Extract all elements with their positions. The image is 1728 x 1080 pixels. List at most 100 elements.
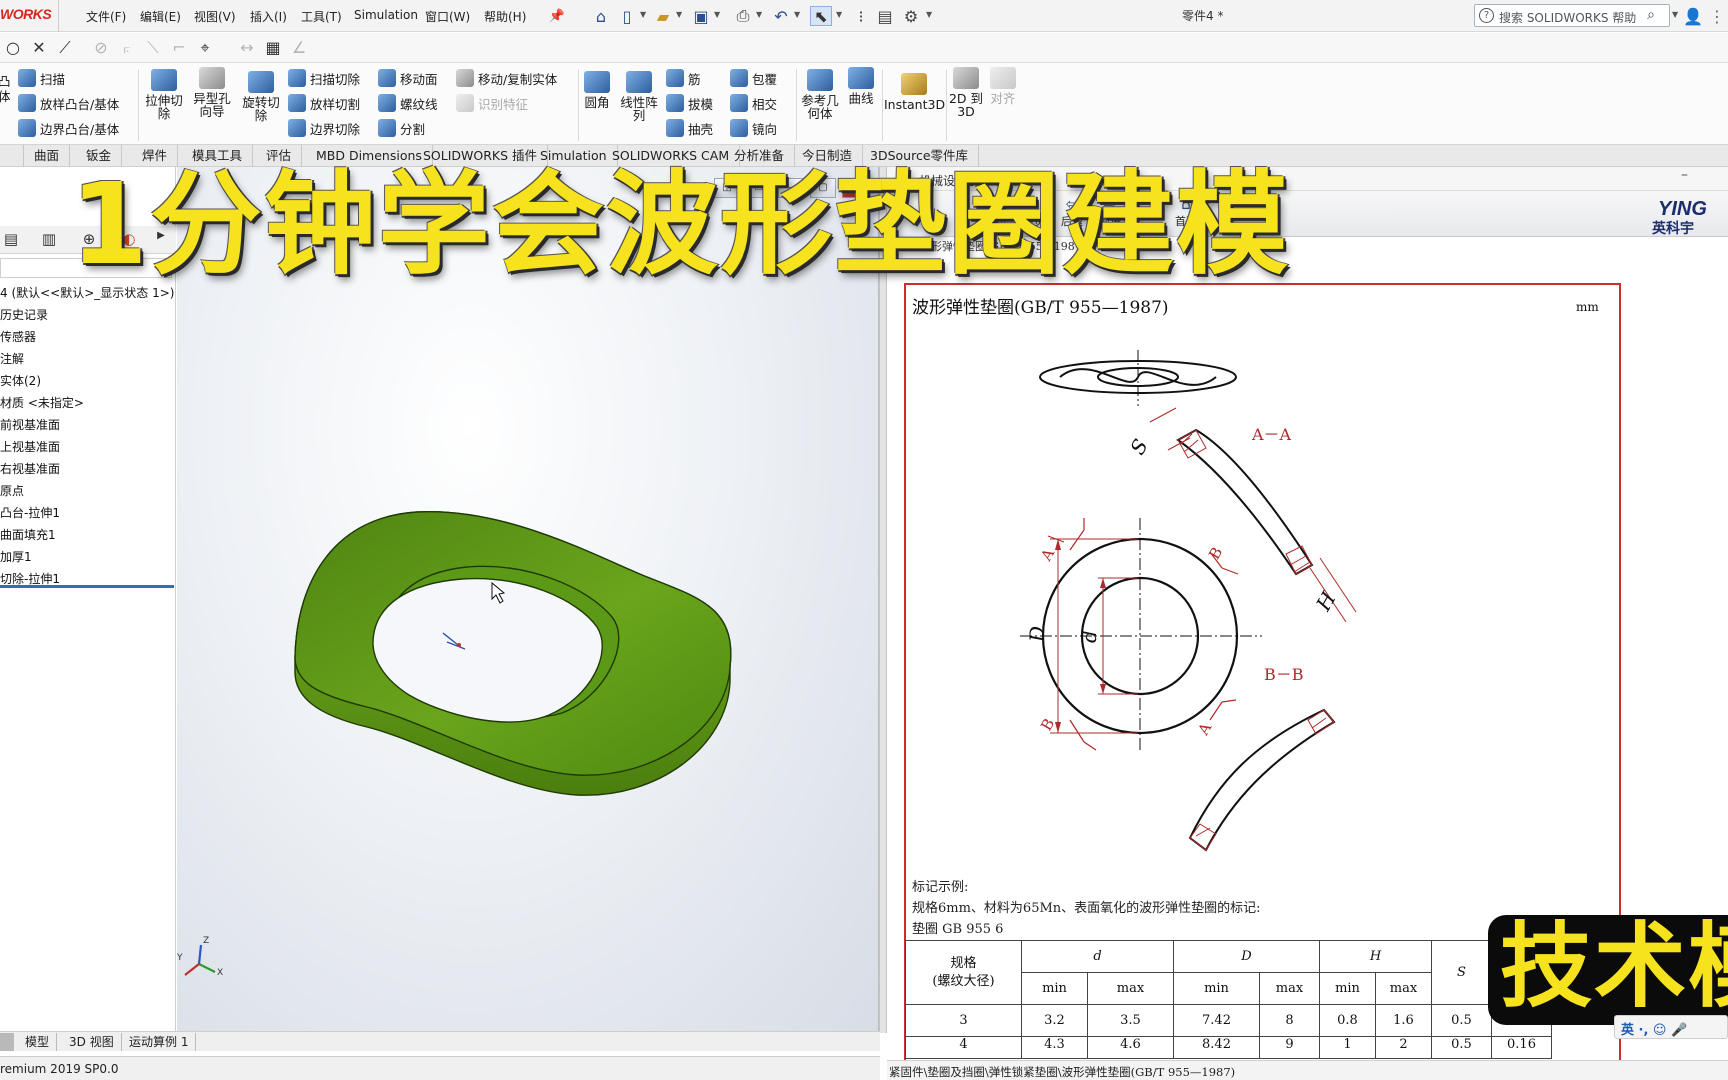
- table-sub-max: max: [1087, 972, 1174, 1005]
- property-manager-icon[interactable]: ▥: [38, 230, 60, 250]
- cmd-feature-recognition: 识别特征: [456, 92, 528, 114]
- save-icon[interactable]: ▣: [690, 6, 712, 26]
- solidworks-logo[interactable]: WORKS: [0, 6, 56, 26]
- menu-edit[interactable]: 编辑(E): [140, 8, 181, 25]
- open-folder-icon[interactable]: ▰: [652, 6, 674, 26]
- ime-toolbar[interactable]: 英 ·, ☺ 🎤: [1614, 1015, 1728, 1039]
- cmd-mirror[interactable]: 镜向: [730, 117, 777, 139]
- undo-icon[interactable]: ↶: [770, 6, 792, 26]
- help-search-input[interactable]: ? 搜索 SOLIDWORKS 帮助 ⌕: [1474, 4, 1670, 27]
- gear-icon[interactable]: ⚙: [900, 6, 922, 26]
- cmd-revolved-cut[interactable]: 旋转切 除: [238, 71, 284, 122]
- cmd-thread[interactable]: 螺纹线: [378, 92, 438, 114]
- cmd-swept-cut[interactable]: 扫描切除: [288, 67, 360, 89]
- table-cell: 4.3: [1021, 1036, 1088, 1059]
- cmd-label: 镜向: [752, 121, 778, 137]
- cmd-boundary-cut[interactable]: 边界切除: [288, 117, 360, 139]
- cmd-move-copy-body[interactable]: 移动/复制实体: [456, 67, 557, 89]
- menu-simulation[interactable]: Simulation: [354, 8, 418, 22]
- tree-item-top-plane[interactable]: 上视基准面: [0, 438, 60, 455]
- tab-scroll[interactable]: [0, 1033, 14, 1051]
- cmd-lofted-cut[interactable]: 放样切割: [288, 92, 360, 114]
- menu-window[interactable]: 窗口(W): [425, 8, 470, 25]
- cmd-instant3d[interactable]: Instant3D: [884, 73, 946, 112]
- extend-entities-icon[interactable]: ⟋: [54, 38, 76, 58]
- pin-icon[interactable]: 📌: [546, 6, 568, 26]
- tab-model[interactable]: 模型: [18, 1033, 58, 1051]
- cmd-move-face[interactable]: 移动面: [378, 67, 438, 89]
- cmd-intersect[interactable]: 相交: [730, 92, 777, 114]
- chevron-down-icon[interactable]: ▼: [794, 10, 800, 19]
- cmd-split[interactable]: 分割: [378, 117, 425, 139]
- cmd-rib[interactable]: 筋: [666, 67, 701, 89]
- tree-item-annotations[interactable]: 注解: [0, 350, 24, 367]
- smart-dimension-icon[interactable]: ⌖: [194, 38, 216, 58]
- dim-D-label: D: [1025, 626, 1049, 643]
- graphics-area[interactable]: Z X Y: [176, 167, 879, 1033]
- chevron-down-icon[interactable]: ▼: [926, 10, 932, 19]
- chevron-down-icon[interactable]: ▼: [836, 10, 842, 19]
- select-arrow-icon[interactable]: ⬉: [810, 6, 832, 26]
- tree-item-boss-extrude[interactable]: 凸台-拉伸1: [0, 504, 60, 521]
- ime-status: 英 ·, ☺ 🎤: [1621, 1023, 1688, 1038]
- circle-sketch-icon[interactable]: ○: [2, 38, 24, 58]
- window-minimize-icon[interactable]: –: [1681, 167, 1688, 183]
- cmd-shell[interactable]: 抽壳: [666, 117, 713, 139]
- cmd-label: 异型孔 向导: [193, 91, 231, 119]
- menu-help[interactable]: 帮助(H): [484, 8, 526, 25]
- wave-washer-model[interactable]: Z X Y: [176, 167, 879, 1033]
- cmd-label: 抽壳: [688, 121, 714, 137]
- divider: [578, 69, 579, 141]
- cmd-fillet[interactable]: 圆角: [580, 71, 614, 109]
- home-icon[interactable]: ⌂: [590, 6, 612, 26]
- cmd-loft-boss[interactable]: 放样凸台/基体: [18, 92, 119, 114]
- tree-item-origin[interactable]: 原点: [0, 482, 24, 499]
- table-sub-max: max: [1375, 972, 1432, 1005]
- rollback-bar[interactable]: [0, 585, 174, 588]
- cmd-linear-pattern[interactable]: 线性阵 列: [616, 71, 662, 122]
- tab-motion-study[interactable]: 运动算例 1: [122, 1033, 197, 1051]
- tree-item-material[interactable]: 材质 <未指定>: [0, 394, 84, 411]
- cmd-label: Instant3D: [884, 97, 946, 112]
- feature-tree-icon[interactable]: ▤: [0, 230, 22, 250]
- cmd-hole-wizard[interactable]: 异型孔 向导: [188, 67, 236, 118]
- user-icon[interactable]: 👤: [1682, 6, 1704, 26]
- pane-splitter[interactable]: [879, 167, 887, 1033]
- tree-item-front-plane[interactable]: 前视基准面: [0, 416, 60, 433]
- tree-item-thicken[interactable]: 加厚1: [0, 548, 32, 565]
- menu-tools[interactable]: 工具(T): [301, 8, 342, 25]
- menu-insert[interactable]: 插入(I): [250, 8, 287, 25]
- chevron-down-icon[interactable]: ▼: [1672, 10, 1678, 19]
- tree-item-solid-bodies[interactable]: 实体(2): [0, 372, 41, 389]
- cmd-wrap[interactable]: 包覆: [730, 67, 777, 89]
- cmd-boundary-boss[interactable]: 边界凸台/基体: [18, 117, 119, 139]
- chevron-down-icon[interactable]: ▼: [756, 10, 762, 19]
- cmd-sweep[interactable]: 扫描: [18, 67, 65, 89]
- print-icon[interactable]: ⎙: [732, 6, 754, 26]
- menu-view[interactable]: 视图(V): [194, 8, 236, 25]
- tab-3d-views[interactable]: 3D 视图: [62, 1033, 122, 1051]
- cmd-reference-geometry[interactable]: 参考几 何体: [798, 69, 842, 120]
- tree-item-history[interactable]: 历史记录: [0, 306, 48, 323]
- trim-entities-icon[interactable]: ✕: [28, 38, 50, 58]
- grid-icon[interactable]: ▦: [262, 38, 284, 58]
- chevron-down-icon[interactable]: ▼: [640, 10, 646, 19]
- tab-overflow[interactable]: [0, 145, 24, 167]
- tree-item-sensors[interactable]: 传感器: [0, 328, 36, 345]
- cmd-2d-to-3d[interactable]: 2D 到 3D: [948, 67, 984, 118]
- more-icon[interactable]: ⋮: [1706, 6, 1728, 26]
- tab-surfaces[interactable]: 曲面: [24, 145, 71, 167]
- file-properties-icon[interactable]: ▤: [874, 6, 896, 26]
- traffic-light-icon[interactable]: ⁝: [850, 6, 872, 26]
- tree-item-surface-fill[interactable]: 曲面填充1: [0, 526, 56, 543]
- search-icon[interactable]: ⌕: [1647, 7, 1655, 23]
- menu-file[interactable]: 文件(F): [86, 8, 126, 25]
- draft-icon: [666, 94, 684, 112]
- cmd-curves[interactable]: 曲线: [842, 67, 880, 105]
- cmd-draft[interactable]: 拔模: [666, 92, 713, 114]
- chevron-down-icon[interactable]: ▼: [676, 10, 682, 19]
- tree-item-right-plane[interactable]: 右视基准面: [0, 460, 60, 477]
- new-document-icon[interactable]: ▯: [616, 6, 638, 26]
- cmd-extruded-cut[interactable]: 拉伸切 除: [142, 69, 186, 120]
- chevron-down-icon[interactable]: ▼: [714, 10, 720, 19]
